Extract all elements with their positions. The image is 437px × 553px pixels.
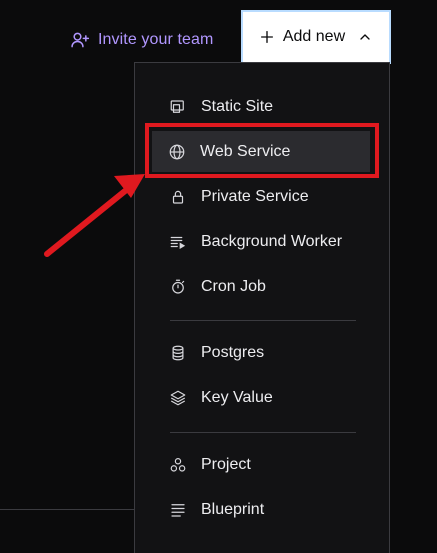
menu-item-label: Key Value: [201, 389, 273, 406]
menu-item-label: Project: [201, 456, 251, 473]
menu-item-label: Cron Job: [201, 278, 266, 295]
plus-icon: [259, 29, 275, 45]
lock-icon: [169, 188, 187, 206]
invite-team-label: Invite your team: [98, 31, 214, 48]
blueprint-icon: [169, 501, 187, 519]
layers-icon: [169, 389, 187, 407]
menu-item-label: Postgres: [201, 344, 265, 361]
menu-item-web-service[interactable]: Web Service: [168, 138, 290, 166]
menu-item-blueprint[interactable]: Blueprint: [169, 496, 264, 524]
timer-icon: [169, 278, 187, 296]
globe-icon: [168, 143, 186, 161]
add-new-label: Add new: [282, 28, 346, 45]
background-worker-icon: [169, 233, 187, 251]
user-plus-icon: [70, 30, 90, 50]
menu-item-label: Static Site: [201, 98, 274, 115]
menu-item-background-worker[interactable]: Background Worker: [169, 228, 342, 256]
menu-item-cron-job[interactable]: Cron Job: [169, 273, 266, 301]
left-divider-line: [0, 509, 134, 510]
menu-item-label: Private Service: [201, 188, 309, 205]
menu-item-private-service[interactable]: Private Service: [169, 183, 309, 211]
menu-item-label: Blueprint: [201, 501, 265, 518]
menu-divider: [170, 320, 356, 321]
chevron-up-icon: [357, 29, 373, 45]
menu-item-project[interactable]: Project: [169, 451, 251, 479]
project-icon: [169, 456, 187, 474]
invite-team-link[interactable]: Invite your team: [70, 26, 213, 54]
menu-item-postgres[interactable]: Postgres: [169, 339, 264, 367]
database-icon: [169, 344, 187, 362]
static-site-icon: [169, 98, 187, 116]
menu-item-label: Background Worker: [201, 233, 343, 250]
menu-item-static-site[interactable]: Static Site: [169, 93, 273, 121]
menu-item-key-value[interactable]: Key Value: [169, 384, 273, 412]
menu-divider: [170, 432, 356, 433]
menu-item-label: Web Service: [200, 143, 291, 160]
add-new-button[interactable]: Add new: [241, 10, 391, 64]
top-bar: Invite your team Add new: [0, 0, 437, 70]
